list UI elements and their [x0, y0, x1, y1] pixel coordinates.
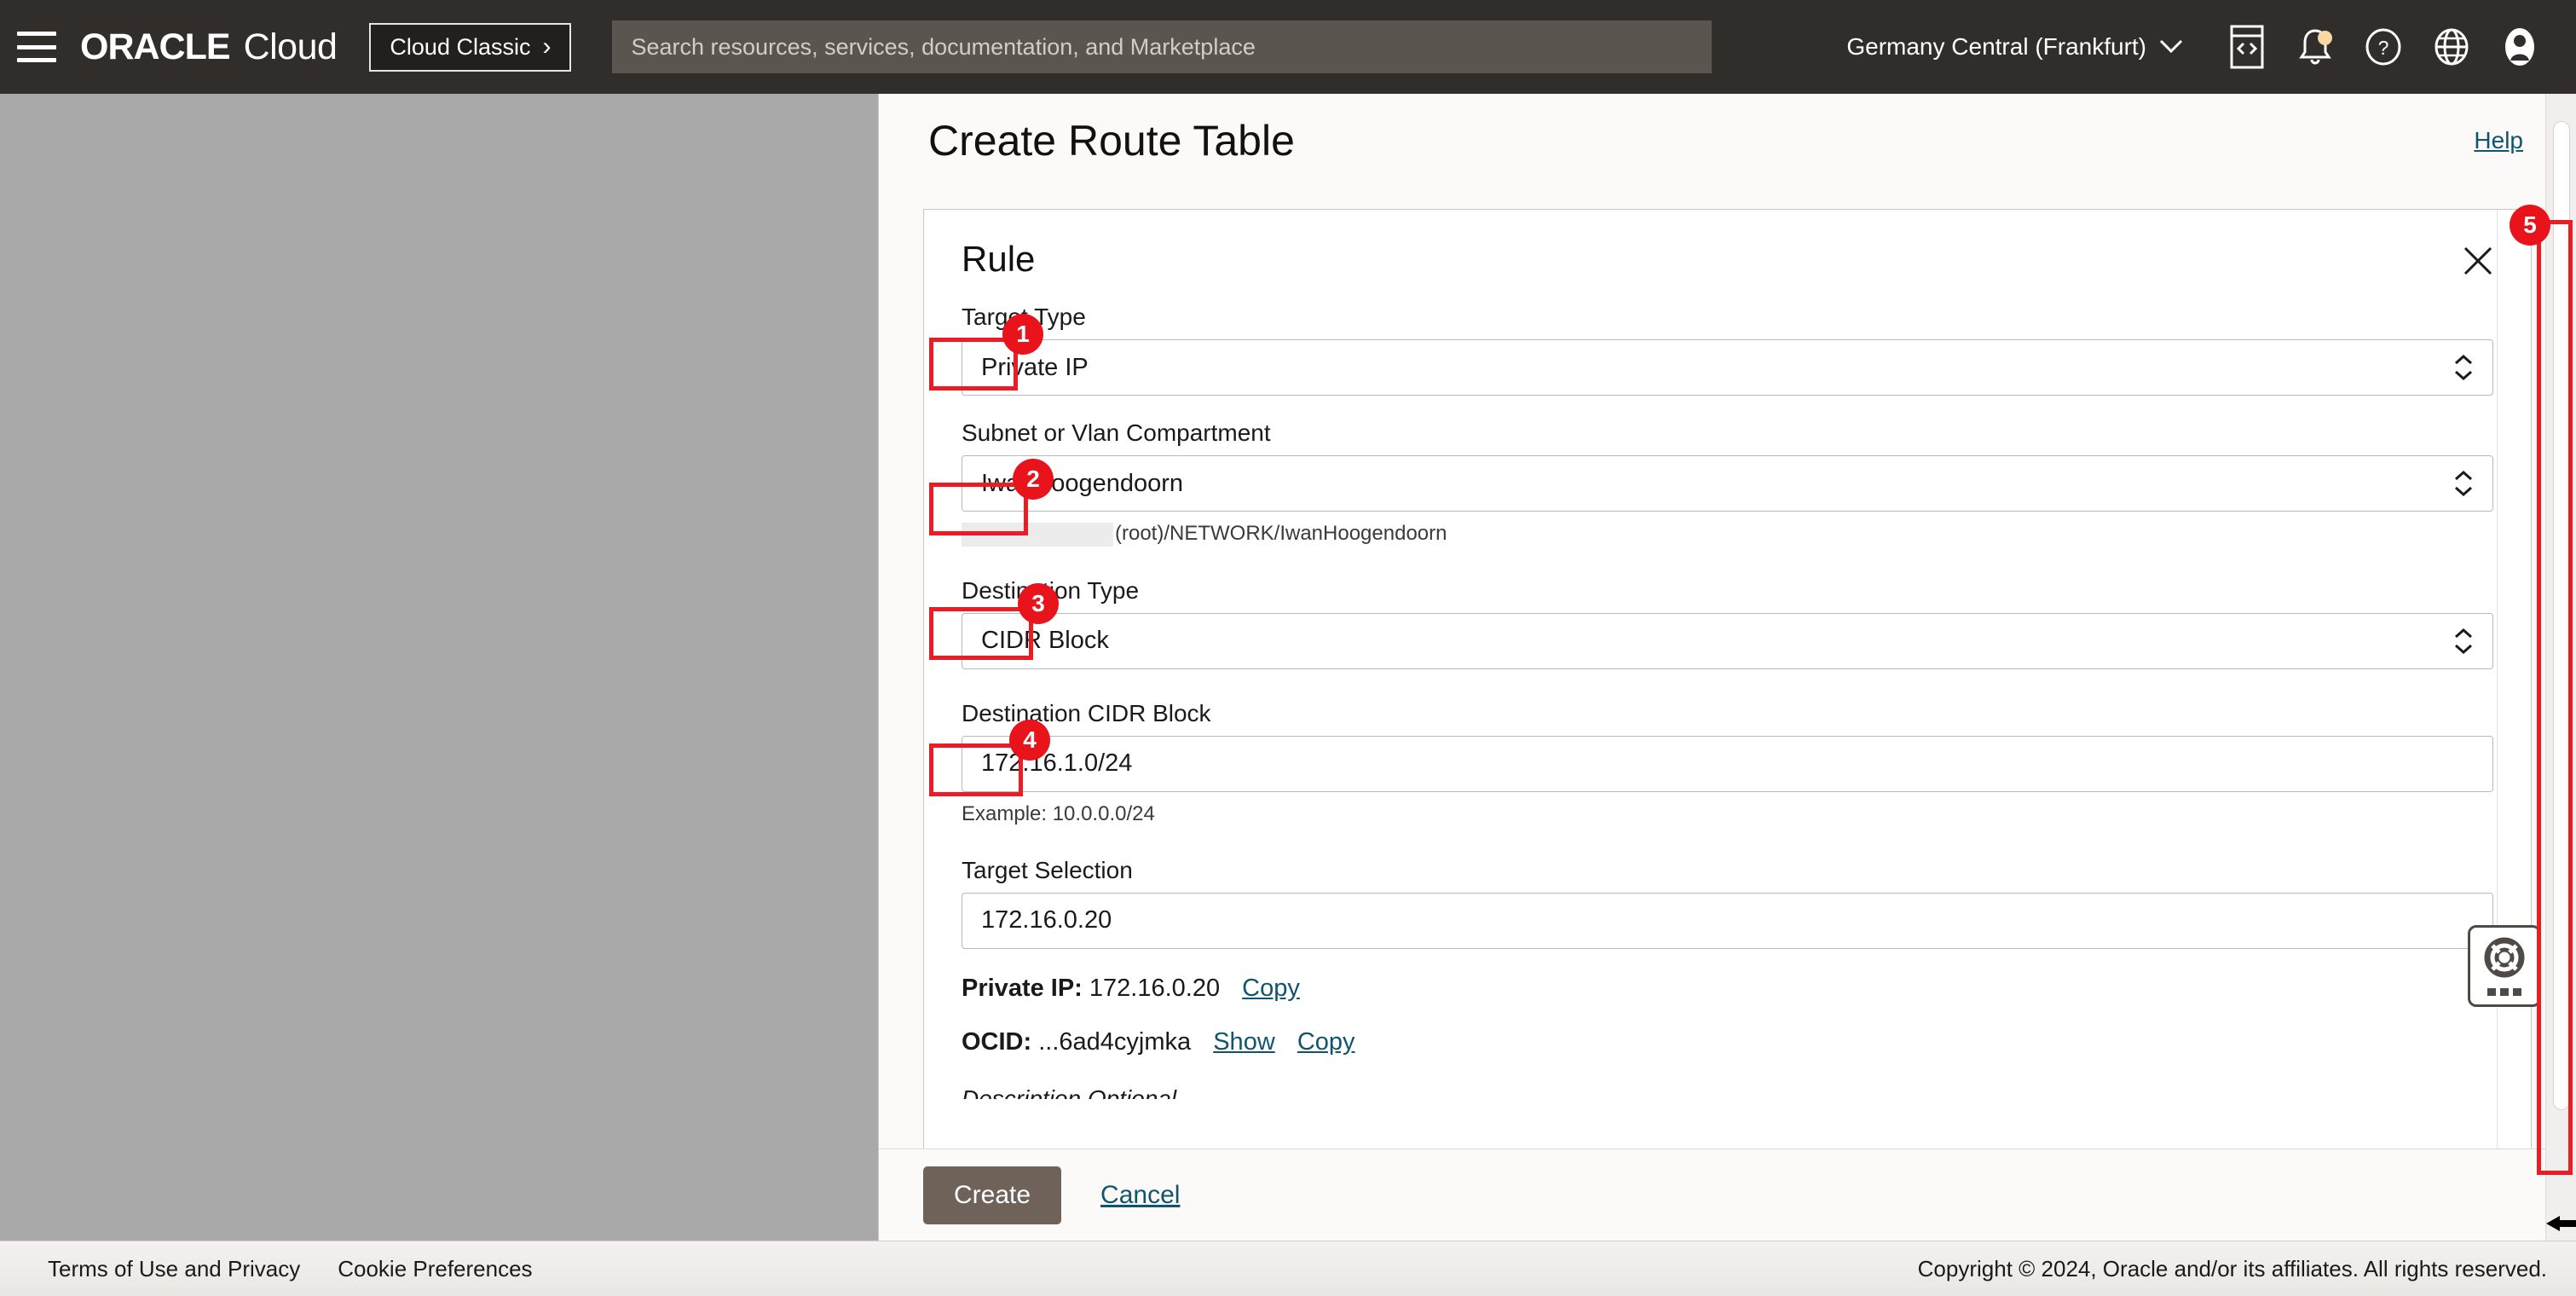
panel-header: Create Route Table Help — [879, 94, 2576, 188]
field-subnet-vlan-compartment: Subnet or Vlan Compartment IwanHoogendoo… — [962, 419, 2493, 547]
create-route-table-panel: Create Route Table Help Rule Target Type… — [878, 94, 2576, 1241]
destination-cidr-block-value: 172.16.1.0/24 — [981, 749, 1132, 778]
subnet-vlan-compartment-hint: (root)/NETWORK/IwanHoogendoorn — [962, 522, 2493, 547]
annotation-number-5: 5 — [2510, 205, 2550, 246]
target-selection-input[interactable]: 172.16.0.20 — [962, 893, 2493, 949]
region-selector[interactable]: Germany Central (Frankfurt) — [1846, 33, 2184, 61]
private-ip-value: 172.16.0.20 — [1089, 975, 1220, 1002]
compartment-path: (root)/NETWORK/IwanHoogendoorn — [1115, 522, 1447, 545]
show-ocid-link[interactable]: Show — [1213, 1028, 1275, 1056]
field-destination-type: Destination Type CIDR Block — [962, 577, 2493, 669]
destination-cidr-block-label: Destination CIDR Block — [962, 700, 1211, 727]
rule-card-scrollbar[interactable] — [2497, 210, 2519, 1148]
modal-overlay-dim — [0, 94, 878, 1241]
annotation-number-4: 4 — [1009, 720, 1050, 761]
subnet-vlan-compartment-label: Subnet or Vlan Compartment — [962, 419, 1271, 447]
chevron-down-icon — [2158, 33, 2184, 61]
chevron-updown-icon — [2453, 628, 2474, 655]
copy-private-ip-link[interactable]: Copy — [1242, 975, 1300, 1002]
mouse-cursor-icon — [2544, 1211, 2576, 1241]
search-input[interactable]: Search resources, services, documentatio… — [612, 20, 1712, 73]
help-question-icon[interactable]: ? — [2357, 20, 2410, 73]
destination-cidr-block-hint: Example: 10.0.0.0/24 — [962, 802, 2493, 826]
language-globe-icon[interactable] — [2425, 20, 2478, 73]
topbar-right-cluster: Germany Central (Frankfurt) ? — [1846, 20, 2554, 73]
redacted-block — [962, 523, 1113, 547]
annotation-number-3: 3 — [1018, 583, 1059, 624]
cloud-classic-label: Cloud Classic — [390, 34, 530, 61]
notification-badge-dot — [2318, 31, 2332, 45]
ocid-key: OCID: — [962, 1028, 1031, 1056]
destination-type-value: CIDR Block — [981, 627, 1109, 655]
panel-footer: Create Cancel — [879, 1148, 2576, 1241]
detail-row-ocid: OCID: ...6ad4cyjmka Show Copy — [962, 1028, 2493, 1056]
private-ip-key: Private IP: — [962, 975, 1083, 1002]
cancel-link[interactable]: Cancel — [1100, 1181, 1180, 1210]
rule-card-title: Rule — [962, 239, 2493, 280]
annotation-number-1: 1 — [1002, 314, 1043, 355]
subnet-vlan-compartment-select[interactable]: IwanHoogendoorn — [962, 455, 2493, 512]
create-button[interactable]: Create — [923, 1166, 1061, 1224]
field-destination-cidr-block: Destination CIDR Block 172.16.1.0/24 Exa… — [962, 700, 2493, 826]
chevron-right-icon: › — [542, 34, 551, 60]
annotation-number-2: 2 — [1013, 459, 1054, 500]
copyright-text: Copyright © 2024, Oracle and/or its affi… — [1918, 1256, 2547, 1282]
terms-of-use-link[interactable]: Terms of Use and Privacy — [48, 1256, 300, 1282]
field-target-type: Target Type Private IP — [962, 304, 2493, 396]
close-x-icon[interactable] — [2458, 240, 2498, 281]
rule-card: Rule Target Type Private IP — [923, 209, 2532, 1148]
cloud-wordmark: Cloud — [244, 26, 338, 68]
svg-text:?: ? — [2378, 37, 2389, 59]
region-label: Germany Central (Frankfurt) — [1846, 33, 2146, 61]
chevron-updown-icon — [2453, 354, 2474, 381]
scrollbar-thumb[interactable] — [2553, 121, 2570, 1110]
search-placeholder: Search resources, services, documentatio… — [631, 34, 1255, 61]
target-type-value: Private IP — [981, 354, 1089, 382]
lifesaver-support-icon — [2484, 937, 2525, 982]
detail-row-private-ip: Private IP: 172.16.0.20 Copy — [962, 975, 2493, 1003]
panel-body: Rule Target Type Private IP — [879, 188, 2576, 1148]
destination-cidr-block-input[interactable]: 172.16.1.0/24 — [962, 736, 2493, 792]
support-widget[interactable] — [2468, 925, 2541, 1007]
oracle-wordmark: ORACLE — [80, 26, 230, 68]
target-type-select[interactable]: Private IP — [962, 339, 2493, 396]
notifications-bell-icon[interactable] — [2289, 20, 2342, 73]
chevron-updown-icon — [2453, 470, 2474, 497]
subnet-vlan-compartment-value: IwanHoogendoorn — [981, 470, 1183, 498]
cloud-classic-button[interactable]: Cloud Classic › — [369, 23, 571, 72]
page-footer: Terms of Use and Privacy Cookie Preferen… — [0, 1241, 2576, 1296]
cookie-preferences-link[interactable]: Cookie Preferences — [338, 1256, 532, 1282]
oracle-cloud-logo[interactable]: ORACLE Cloud — [80, 26, 337, 68]
help-link[interactable]: Help — [2474, 127, 2523, 154]
target-selection-label: Target Selection — [962, 857, 1133, 884]
target-selection-value: 172.16.0.20 — [981, 906, 1112, 934]
description-optional-label: Description Optional — [962, 1085, 2493, 1099]
top-navigation-bar: ORACLE Cloud Cloud Classic › Search reso… — [0, 0, 2576, 94]
page-scrollbar[interactable] — [2545, 94, 2576, 1241]
panel-title: Create Route Table — [928, 116, 1295, 165]
drag-dots-icon — [2487, 988, 2521, 996]
cloud-shell-icon[interactable] — [2221, 20, 2273, 73]
copy-ocid-link[interactable]: Copy — [1297, 1028, 1355, 1056]
destination-type-select[interactable]: CIDR Block — [962, 613, 2493, 669]
field-target-selection: Target Selection 172.16.0.20 — [962, 857, 2493, 949]
ocid-value: ...6ad4cyjmka — [1038, 1028, 1191, 1056]
hamburger-menu-icon[interactable] — [17, 32, 56, 62]
user-avatar-icon[interactable] — [2493, 20, 2546, 73]
